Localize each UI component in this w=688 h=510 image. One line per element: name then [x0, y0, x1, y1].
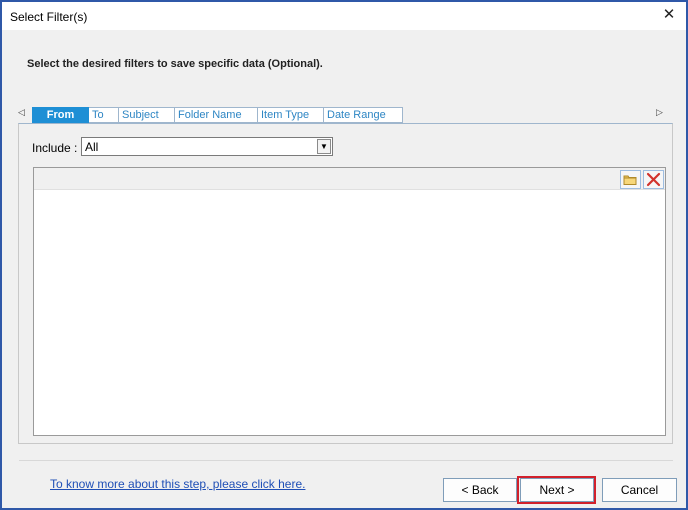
instruction-text: Select the desired filters to save speci… [27, 58, 323, 70]
delete-icon[interactable] [643, 170, 664, 189]
include-select[interactable]: All ▼ [81, 137, 333, 156]
dialog-body: Select the desired filters to save speci… [2, 30, 686, 508]
next-button[interactable]: Next > [520, 478, 594, 502]
help-link[interactable]: To know more about this step, please cli… [50, 477, 305, 491]
dialog-window: Select Filter(s) ✕ Select the desired fi… [0, 0, 688, 510]
back-button[interactable]: < Back [443, 478, 517, 502]
tab-date-range[interactable]: Date Range [324, 107, 403, 123]
dropdown-arrow-icon[interactable]: ▼ [317, 139, 331, 154]
folder-icon[interactable] [620, 170, 641, 189]
tab-item-type[interactable]: Item Type [258, 107, 324, 123]
cancel-button[interactable]: Cancel [602, 478, 677, 502]
tab-folder-name[interactable]: Folder Name [175, 107, 258, 123]
tab-scroll-right-icon[interactable]: ▷ [656, 107, 663, 118]
back-button-label: Back [471, 483, 499, 497]
tab-from[interactable]: From [32, 107, 89, 123]
footer-divider [19, 460, 673, 461]
close-icon[interactable]: ✕ [662, 7, 676, 22]
include-select-value: All [85, 140, 99, 154]
window-title: Select Filter(s) [10, 10, 88, 24]
include-label: Include : [32, 141, 78, 155]
tab-scroll-left-icon[interactable]: ◁ [18, 107, 25, 118]
title-bar: Select Filter(s) ✕ [2, 2, 686, 30]
filter-panel: Include : All ▼ [18, 123, 673, 444]
next-button-label: Next [539, 483, 565, 497]
list-toolbar [34, 168, 665, 190]
filter-list[interactable] [33, 167, 666, 436]
tab-subject[interactable]: Subject [119, 107, 175, 123]
filter-tabs: From To Subject Folder Name Item Type Da… [32, 107, 403, 123]
tab-to[interactable]: To [89, 107, 119, 123]
